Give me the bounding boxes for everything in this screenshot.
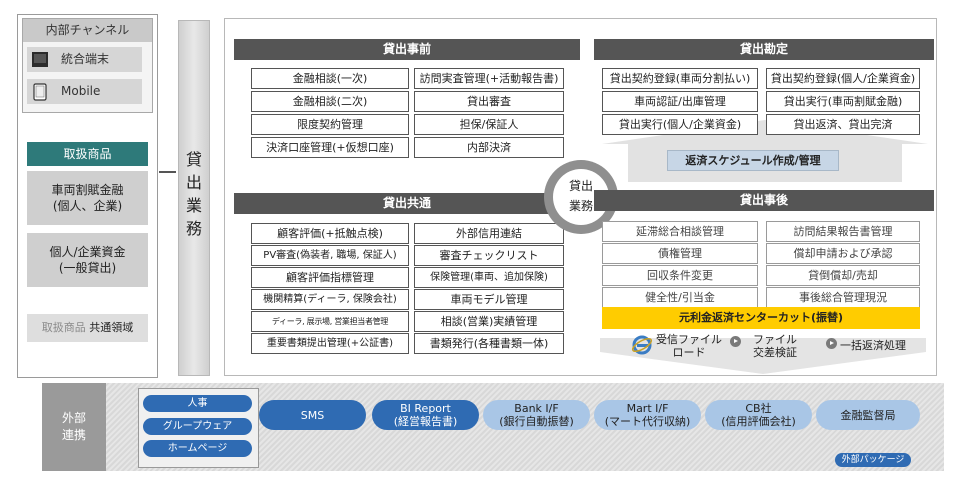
channel-item-label: 統合端末	[61, 52, 110, 66]
external-label-line2: 連携	[61, 428, 86, 442]
post-loan-item[interactable]: 訪問結果報告書管理	[766, 221, 920, 242]
play-icon	[730, 336, 741, 347]
file-verify-step[interactable]: ファイル 交差検証	[746, 333, 804, 359]
external-system-bi-report[interactable]: BI Report (経営報告書)	[372, 400, 479, 430]
file-upload-step[interactable]: 受信ファイル ロード	[652, 333, 726, 359]
common-area-pale-label: 取扱商品	[41, 321, 86, 334]
center-cut-highlight[interactable]: 元利金返済センターカット(振替)	[602, 307, 920, 329]
file-verify-line1: ファイル	[753, 333, 797, 346]
post-loan-item[interactable]: 債権管理	[602, 243, 758, 264]
loan-common-item[interactable]: 外部信用連結	[414, 223, 564, 244]
loan-common-item[interactable]: ディーラ, 展示場, 営業担当者管理	[251, 311, 409, 332]
repayment-schedule-badge[interactable]: 返済スケジュール作成/管理	[667, 150, 839, 171]
loan-common-item[interactable]: 書類発行(各種書類一体)	[414, 333, 564, 354]
system-line2: (マート代行収納)	[604, 415, 691, 428]
products-common-area: 取扱商品 共通領域	[27, 314, 148, 342]
file-verify-line2: 交差検証	[753, 346, 797, 359]
loan-account-item[interactable]: 貸出契約登録(車両分割払い)	[602, 68, 758, 89]
section-header-pre-loan: 貸出事前	[234, 39, 580, 60]
loan-common-item[interactable]: 機関精算(ディーラ, 保険会社)	[251, 289, 409, 310]
pre-loan-item[interactable]: 訪問実査管理(+活動報告書)	[414, 68, 564, 89]
pre-loan-item[interactable]: 金融相談(一次)	[251, 68, 409, 89]
external-system-fsa[interactable]: 金融監督局	[816, 400, 920, 430]
product-personal-corporate-fund[interactable]: 個人/企業資金 (一般貸出)	[27, 233, 148, 287]
loan-common-item[interactable]: 重要書類提出管理(+公証書)	[251, 333, 409, 354]
section-header-loan-common: 貸出共通	[234, 193, 580, 214]
loan-account-item[interactable]: 貸出返済、貸出完済	[766, 114, 920, 135]
connector-line	[159, 171, 176, 173]
loan-common-item[interactable]: 審査チェックリスト	[414, 245, 564, 266]
loan-common-item[interactable]: 顧客評価(+抵触点検)	[251, 223, 409, 244]
loan-common-item[interactable]: PV審査(偽装者, 職場, 保証人)	[251, 245, 409, 266]
post-loan-item[interactable]: 延滞総合相談管理	[602, 221, 758, 242]
system-line2: (銀行自動振替)	[499, 415, 574, 428]
external-system-bank-if[interactable]: Bank I/F (銀行自動振替)	[483, 400, 590, 430]
post-loan-item[interactable]: 回収条件変更	[602, 265, 758, 286]
common-area-dark-label: 共通領域	[89, 321, 134, 334]
channel-item-label: Mobile	[61, 84, 101, 98]
external-package-badge: 外部パッケージ	[835, 453, 911, 467]
post-loan-item[interactable]: 償却申請および承認	[766, 243, 920, 264]
loan-common-item[interactable]: 保険管理(車両、追加保険)	[414, 267, 564, 288]
system-line1: SMS	[300, 408, 325, 422]
external-system-sms[interactable]: SMS	[259, 400, 366, 430]
terminal-icon	[31, 51, 49, 77]
tablet-icon	[31, 83, 49, 110]
loan-account-item[interactable]: 貸出実行(個人/企業資金)	[602, 114, 758, 135]
product-line2: (個人、企業)	[52, 199, 123, 213]
loan-common-item[interactable]: 顧客評価指標管理	[251, 267, 409, 288]
internal-channel-title: 内部チャンネル	[23, 19, 152, 42]
section-header-post-loan: 貸出事後	[594, 190, 934, 211]
external-system-mart-if[interactable]: Mart I/F (マート代行収納)	[594, 400, 701, 430]
products-title: 取扱商品	[27, 142, 148, 166]
channel-item-mobile[interactable]: Mobile	[27, 79, 142, 104]
bulk-repayment-step[interactable]: 一括返済処理	[840, 339, 916, 352]
product-line2: (一般貸出)	[58, 261, 117, 275]
pre-loan-item[interactable]: 金融相談(二次)	[251, 91, 409, 112]
system-line2: (経営報告書)	[393, 415, 458, 428]
system-line1: CB社	[745, 402, 772, 415]
loan-common-item[interactable]: 相談(営業)実績管理	[414, 311, 564, 332]
external-label: 外部 連携	[42, 383, 106, 471]
business-label: 貸出業務	[178, 148, 210, 240]
file-upload-line2: ロード	[672, 346, 706, 359]
pre-loan-item[interactable]: 貸出審査	[414, 91, 564, 112]
file-upload-line1: 受信ファイル	[656, 333, 722, 346]
post-loan-item[interactable]: 健全性/引当金	[602, 287, 758, 308]
pre-loan-item[interactable]: 限度契約管理	[251, 114, 409, 135]
post-loan-item[interactable]: 事後総合管理現況	[766, 287, 920, 308]
external-system-cb[interactable]: CB社 (信用評価会社)	[705, 400, 812, 430]
channel-item-terminal[interactable]: 統合端末	[27, 47, 142, 72]
system-line1: Bank I/F	[514, 402, 559, 415]
system-line1: BI Report	[400, 402, 451, 415]
product-vehicle-installment[interactable]: 車両割賦金融 (個人、企業)	[27, 171, 148, 225]
section-header-loan-account: 貸出勘定	[594, 39, 934, 60]
ie-icon	[631, 334, 653, 360]
system-line1: Mart I/F	[626, 402, 669, 415]
groupware-pill[interactable]: グループウェア	[143, 418, 252, 435]
business-label-text: 貸出業務	[186, 150, 203, 238]
pre-loan-item[interactable]: 担保/保証人	[414, 114, 564, 135]
product-line1: 車両割賦金融	[51, 183, 124, 197]
homepage-pill[interactable]: ホームページ	[143, 440, 252, 457]
product-line1: 個人/企業資金	[49, 245, 126, 259]
loan-account-item[interactable]: 貸出実行(車両割賦金融)	[766, 91, 920, 112]
play-icon	[826, 338, 837, 349]
pre-loan-item[interactable]: 内部決済	[414, 137, 564, 158]
loan-account-item[interactable]: 貸出契約登録(個人/企業資金)	[766, 68, 920, 89]
post-loan-item[interactable]: 貸倒償却/売却	[766, 265, 920, 286]
loan-account-item[interactable]: 車両認証/出庫管理	[602, 91, 758, 112]
loan-common-item[interactable]: 車両モデル管理	[414, 289, 564, 310]
system-line2: (信用評価会社)	[721, 415, 796, 428]
system-line1: 金融監督局	[840, 408, 896, 422]
hr-pill[interactable]: 人事	[143, 395, 252, 412]
pre-loan-item[interactable]: 決済口座管理(+仮想口座)	[251, 137, 409, 158]
external-label-line1: 外部	[61, 411, 86, 425]
